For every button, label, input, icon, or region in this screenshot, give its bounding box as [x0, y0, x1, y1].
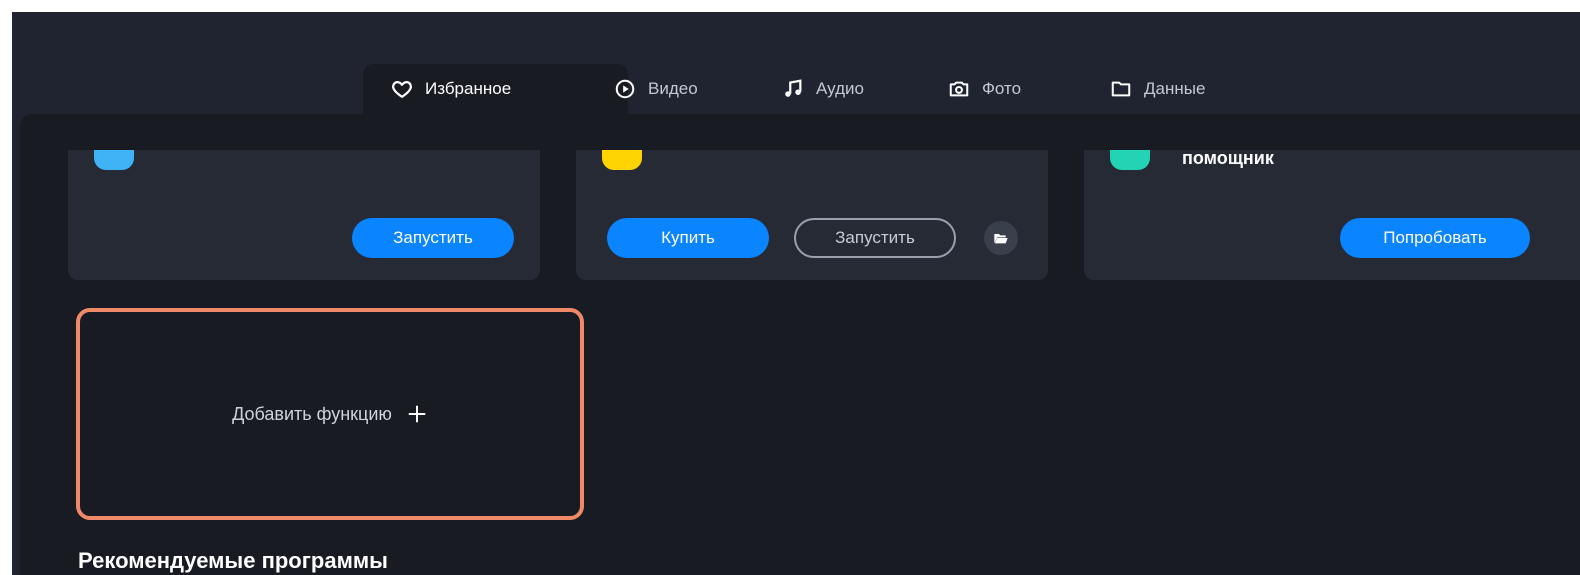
tab-label: Фото	[982, 79, 1022, 98]
tab-photo[interactable]: Фото	[948, 64, 1021, 114]
card-title: помощник	[1182, 148, 1274, 168]
launch-button[interactable]: Запустить	[352, 218, 514, 258]
tab-label: Данные	[1144, 79, 1206, 98]
plus-icon	[408, 405, 426, 423]
play-circle-icon	[614, 78, 636, 100]
heart-icon	[391, 78, 413, 100]
folder-open-icon	[994, 234, 1008, 244]
buy-button[interactable]: Купить	[607, 218, 769, 258]
try-button[interactable]: Попробовать	[1340, 218, 1530, 258]
panel-top-edge	[20, 114, 1580, 150]
music-note-icon	[782, 78, 804, 100]
add-feature-tile[interactable]: Добавить функцию	[76, 308, 584, 520]
open-folder-button[interactable]	[984, 221, 1018, 255]
add-feature-label: Добавить функцию	[232, 403, 392, 424]
section-heading: Рекомендуемые программы	[78, 548, 388, 573]
tab-label: Аудио	[816, 79, 864, 98]
favorites-panel: Запустить Купить Запустить помощник Попр…	[20, 114, 1580, 575]
tab-data[interactable]: Данные	[1110, 64, 1205, 114]
tab-video[interactable]: Видео	[614, 64, 698, 114]
folder-icon	[1110, 78, 1132, 100]
app-window: Избранное Видео Аудио Фото Данные Запуст…	[12, 12, 1580, 575]
tab-label: Избранное	[425, 79, 512, 98]
camera-icon	[948, 78, 970, 100]
tab-audio[interactable]: Аудио	[782, 64, 864, 114]
launch-button[interactable]: Запустить	[794, 218, 956, 258]
tab-label: Видео	[648, 79, 698, 98]
tab-bar: Избранное Видео Аудио Фото Данные	[12, 64, 1580, 114]
tab-favorites[interactable]: Избранное	[363, 64, 628, 114]
